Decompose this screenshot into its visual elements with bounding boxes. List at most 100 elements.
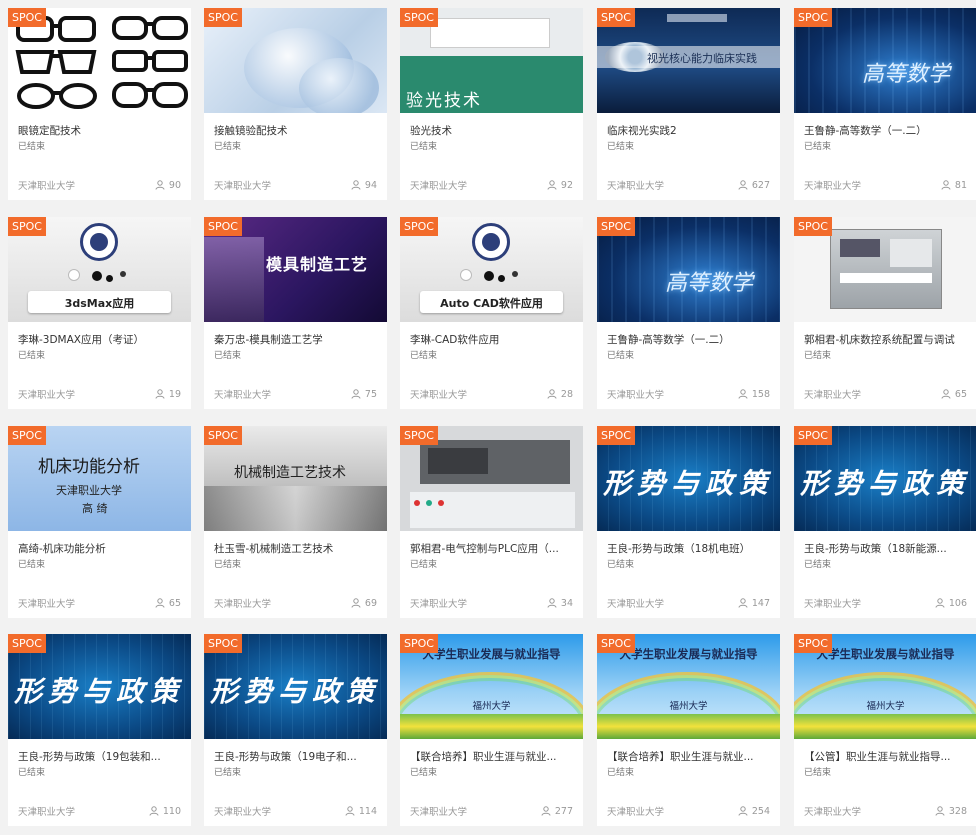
learner-count-value: 110 [162,805,181,817]
person-icon [345,806,355,816]
thumb-subtext: 福州大学 [472,701,511,712]
learner-count: 90 [155,180,181,191]
learner-count-value: 147 [751,597,770,609]
course-thumbnail[interactable]: 高等数学 SPOC [794,8,976,113]
course-title[interactable]: 接触镜验配技术 [214,125,377,138]
course-card[interactable]: 3dsMax应用 SPOC 李琳-3DMAX应用（考证） 已结束 天津职业大学 … [8,217,191,409]
course-title[interactable]: 王鲁静-高等数学（一.二） [804,125,967,138]
course-status: 已结束 [18,142,46,152]
course-title[interactable]: 【公管】职业生涯与就业指导... [804,751,967,764]
course-thumbnail[interactable]: 视光核心能力临床实践 SPOC [597,8,780,113]
course-title[interactable]: 验光技术 [410,125,573,138]
course-status: 已结束 [804,142,832,152]
person-icon [155,180,165,190]
course-card[interactable]: Auto CAD软件应用 SPOC 李琳-CAD软件应用 已结束 天津职业大学 … [400,217,583,409]
course-card[interactable]: 模具制造工艺 SPOC 秦万忠-模具制造工艺学 已结束 天津职业大学 75 [204,217,387,409]
learner-count: 254 [738,806,770,817]
learner-count-value: 106 [948,597,967,609]
course-footer: 天津职业大学 28 [410,388,573,402]
course-title[interactable]: 【联合培养】职业生涯与就业... [410,751,573,764]
course-thumbnail[interactable]: 形势与政策 SPOC [8,634,191,739]
learner-count: 19 [155,389,181,400]
course-card[interactable]: 验光技术 SPOC 验光技术 已结束 天津职业大学 92 [400,8,583,200]
course-thumbnail[interactable]: 高等数学 SPOC [597,217,780,322]
course-footer: 天津职业大学 92 [410,179,573,193]
course-card[interactable]: 形势与政策 SPOC 王良-形势与政策（19包装和... 已结束 天津职业大学 … [8,634,191,826]
course-title[interactable]: 李琳-CAD软件应用 [410,334,573,347]
course-footer: 天津职业大学 158 [607,388,770,402]
course-thumbnail[interactable]: 形势与政策 SPOC [204,634,387,739]
spoc-badge: SPOC [400,634,438,653]
learner-count: 106 [935,598,967,609]
spoc-badge: SPOC [204,8,242,27]
course-thumbnail[interactable]: 模具制造工艺 SPOC [204,217,387,322]
learner-count-value: 34 [560,597,573,609]
course-card[interactable]: 形势与政策 SPOC 王良-形势与政策（18机电班） 已结束 天津职业大学 14… [597,426,780,618]
course-title[interactable]: 王良-形势与政策（18机电班） [607,543,770,556]
course-title[interactable]: 临床视光实践2 [607,125,770,138]
course-thumbnail[interactable]: 形势与政策 SPOC [794,426,976,531]
course-title[interactable]: 王良-形势与政策（19包装和... [18,751,181,764]
thumb-text: 形势与政策 [800,467,971,500]
thumb-text: 形势与政策 [210,675,381,708]
course-thumbnail[interactable]: SPOC [400,426,583,531]
course-thumbnail[interactable]: 大学生职业发展与就业指导 福州大学 SPOC [794,634,976,739]
course-card[interactable]: 视光核心能力临床实践 SPOC 临床视光实践2 已结束 天津职业大学 627 [597,8,780,200]
course-status: 已结束 [18,351,46,361]
course-footer: 天津职业大学 81 [804,179,967,193]
course-thumbnail[interactable]: 机床功能分析 天津职业大学 高 绮 SPOC [8,426,191,531]
course-card[interactable]: SPOC 郭相君-机床数控系统配置与调试 已结束 天津职业大学 65 [794,217,976,409]
course-title[interactable]: 郭相君-机床数控系统配置与调试 [804,334,967,347]
course-thumbnail[interactable]: SPOC [204,8,387,113]
course-status: 已结束 [214,351,242,361]
course-title[interactable]: 王鲁静-高等数学（一.二） [607,334,770,347]
course-card[interactable]: SPOC 郭相君-电气控制与PLC应用（... 已结束 天津职业大学 34 [400,426,583,618]
person-icon [941,180,951,190]
learner-count-value: 90 [168,179,181,191]
course-thumbnail[interactable]: 机械制造工艺技术 SPOC [204,426,387,531]
course-footer: 天津职业大学 114 [214,805,377,819]
course-thumbnail[interactable]: SPOC [8,8,191,113]
course-title[interactable]: 秦万忠-模具制造工艺学 [214,334,377,347]
course-thumbnail[interactable]: Auto CAD软件应用 SPOC [400,217,583,322]
spoc-badge: SPOC [8,8,46,27]
learner-count: 81 [941,180,967,191]
course-title[interactable]: 杜玉雪-机械制造工艺技术 [214,543,377,556]
thumb-text: 机床功能分析 [38,457,140,477]
learner-count-value: 627 [751,179,770,191]
course-thumbnail[interactable]: 验光技术 SPOC [400,8,583,113]
course-footer: 天津职业大学 75 [214,388,377,402]
course-card[interactable]: SPOC 眼镜定配技术 已结束 天津职业大学 90 [8,8,191,200]
course-card[interactable]: 大学生职业发展与就业指导 福州大学 SPOC 【联合培养】职业生涯与就业... … [597,634,780,826]
course-title[interactable]: 王良-形势与政策（19电子和... [214,751,377,764]
thumb-text: 模具制造工艺 [266,255,369,274]
course-card[interactable]: 大学生职业发展与就业指导 福州大学 SPOC 【联合培养】职业生涯与就业... … [400,634,583,826]
person-icon [935,598,945,608]
course-card[interactable]: SPOC 接触镜验配技术 已结束 天津职业大学 94 [204,8,387,200]
course-card[interactable]: 高等数学 SPOC 王鲁静-高等数学（一.二） 已结束 天津职业大学 81 [794,8,976,200]
spoc-badge: SPOC [794,634,832,653]
course-title[interactable]: 【联合培养】职业生涯与就业... [607,751,770,764]
course-thumbnail[interactable]: 3dsMax应用 SPOC [8,217,191,322]
learner-count-value: 81 [954,179,967,191]
course-card[interactable]: 形势与政策 SPOC 王良-形势与政策（18新能源... 已结束 天津职业大学 … [794,426,976,618]
learner-count: 94 [351,180,377,191]
course-card[interactable]: 形势与政策 SPOC 王良-形势与政策（19电子和... 已结束 天津职业大学 … [204,634,387,826]
thumb-subtext-2: 高 绮 [82,502,108,515]
course-title[interactable]: 眼镜定配技术 [18,125,181,138]
course-thumbnail[interactable]: SPOC [794,217,976,322]
course-title[interactable]: 王良-形势与政策（18新能源... [804,543,967,556]
course-thumbnail[interactable]: 大学生职业发展与就业指导 福州大学 SPOC [597,634,780,739]
course-status: 已结束 [18,560,46,570]
course-title[interactable]: 郭相君-电气控制与PLC应用（... [410,543,573,556]
course-card[interactable]: 机械制造工艺技术 SPOC 杜玉雪-机械制造工艺技术 已结束 天津职业大学 69 [204,426,387,618]
course-title[interactable]: 李琳-3DMAX应用（考证） [18,334,181,347]
course-card[interactable]: 大学生职业发展与就业指导 福州大学 SPOC 【公管】职业生涯与就业指导... … [794,634,976,826]
course-thumbnail[interactable]: 大学生职业发展与就业指导 福州大学 SPOC [400,634,583,739]
course-thumbnail[interactable]: 形势与政策 SPOC [597,426,780,531]
school-name: 天津职业大学 [410,599,468,610]
course-card[interactable]: 高等数学 SPOC 王鲁静-高等数学（一.二） 已结束 天津职业大学 158 [597,217,780,409]
course-title[interactable]: 高绮-机床功能分析 [18,543,181,556]
course-card[interactable]: 机床功能分析 天津职业大学 高 绮 SPOC 高绮-机床功能分析 已结束 天津职… [8,426,191,618]
course-footer: 天津职业大学 19 [18,388,181,402]
